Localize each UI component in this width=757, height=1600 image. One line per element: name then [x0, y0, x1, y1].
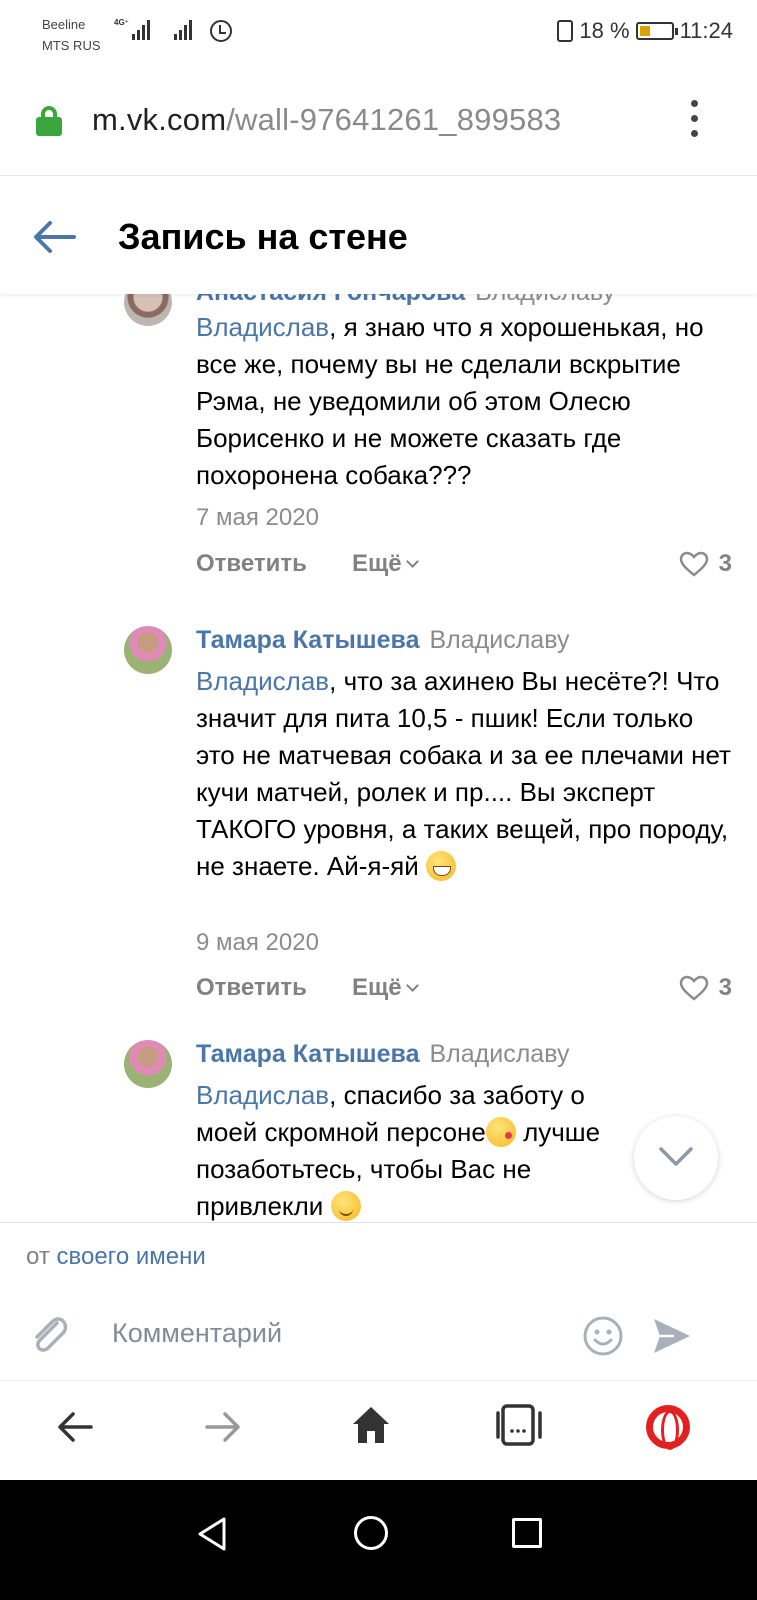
comment-author[interactable]: Тамара Катышева — [196, 1040, 420, 1068]
browser-url-bar: m.vk.com/wall-97641261_899583 — [0, 66, 757, 176]
system-recents-icon[interactable] — [512, 1518, 542, 1548]
send-icon[interactable] — [652, 1317, 692, 1355]
comment-body: , что за ахинею Вы несёте?! Что значит д… — [196, 666, 731, 881]
comment-author[interactable]: Тамара Катышева — [196, 626, 420, 654]
alarm-icon — [210, 20, 232, 42]
post-as-selector[interactable]: от своего имени — [26, 1243, 206, 1271]
reply-button[interactable]: Ответить — [196, 550, 307, 578]
carrier-1: Beeline — [42, 17, 86, 32]
scroll-down-button[interactable] — [634, 1116, 718, 1200]
battery-percent: 18 % — [579, 18, 630, 43]
comment-text: Владислав, спасибо за заботу о моей скро… — [196, 1077, 636, 1225]
battery-icon — [635, 22, 678, 40]
browser-toolbar — [0, 1380, 757, 1480]
system-nav-bar — [0, 1480, 757, 1600]
url-host: m.vk.com — [92, 102, 227, 137]
avatar[interactable] — [124, 1040, 172, 1088]
system-home-icon[interactable] — [354, 1516, 388, 1550]
heart-icon — [679, 975, 708, 1001]
like-button[interactable]: 3 — [679, 550, 732, 578]
more-label: Ещё — [352, 550, 402, 577]
back-arrow-icon[interactable] — [32, 220, 76, 254]
avatar[interactable] — [124, 294, 172, 326]
like-count: 3 — [718, 550, 732, 577]
comment-reply-to[interactable]: Владиславу — [430, 626, 570, 654]
comment-actions: Ответить Ещё 3 — [196, 974, 732, 1008]
chevron-down-icon — [405, 555, 419, 568]
comment-composer: от своего имени — [0, 1222, 757, 1380]
opera-menu-icon[interactable] — [646, 1405, 690, 1450]
mention-link[interactable]: Владислав — [196, 666, 329, 696]
chevron-down-icon — [659, 1147, 693, 1166]
comment-date[interactable]: 9 мая 2020 — [196, 929, 319, 957]
mention-link[interactable]: Владислав — [196, 1080, 329, 1110]
comment-header: Анастасия Гончарова Владиславу — [196, 294, 615, 307]
status-bar: Beeline MTS RUS 4G⁺ 18 % 11:24 — [0, 0, 757, 66]
like-count: 3 — [718, 974, 732, 1001]
comment-actions: Ответить Ещё 3 — [196, 550, 732, 584]
reply-button[interactable]: Ответить — [196, 974, 307, 1002]
kissing-emoji-icon — [485, 1117, 516, 1147]
comments-list: Анастасия Гончарова Владиславу Владислав,… — [0, 294, 757, 1246]
paperclip-icon[interactable] — [28, 1311, 70, 1359]
more-button[interactable]: Ещё — [352, 550, 419, 578]
vibrate-icon — [557, 20, 574, 42]
from-name[interactable]: своего имени — [56, 1243, 205, 1270]
browser-menu-icon[interactable] — [688, 100, 700, 142]
more-button[interactable]: Ещё — [352, 974, 419, 1002]
mention-link[interactable]: Владислав — [196, 312, 329, 342]
status-right: 18 % 11:24 — [557, 18, 733, 44]
comment-reply-to[interactable]: Владиславу — [475, 294, 615, 306]
heart-icon — [679, 551, 708, 577]
from-prefix: от — [26, 1243, 50, 1270]
avatar[interactable] — [124, 626, 172, 674]
page-header: Запись на стене — [0, 190, 757, 294]
lock-icon[interactable] — [36, 106, 62, 136]
comment-text: Владислав, что за ахинею Вы несёте?! Что… — [196, 663, 732, 885]
comment-text: Владислав, я знаю что я хорошенькая, но … — [196, 309, 732, 494]
home-icon[interactable] — [350, 1403, 392, 1447]
chevron-down-icon — [405, 979, 419, 992]
browser-forward-icon[interactable] — [204, 1407, 242, 1447]
signal-icon-2 — [174, 18, 192, 40]
more-label: Ещё — [352, 974, 402, 1001]
clock: 11:24 — [679, 18, 733, 43]
browser-back-icon[interactable] — [56, 1407, 94, 1447]
like-button[interactable]: 3 — [679, 974, 732, 1002]
page-title: Запись на стене — [118, 216, 408, 257]
carrier-names: Beeline MTS RUS — [42, 14, 101, 56]
carrier-2: MTS RUS — [42, 38, 101, 53]
url-path: /wall-97641261_899583 — [226, 102, 562, 137]
comment-author[interactable]: Анастасия Гончарова — [196, 294, 465, 306]
comment-reply-to[interactable]: Владиславу — [430, 1040, 570, 1068]
winking-emoji-icon — [330, 1191, 361, 1221]
smile-icon[interactable] — [582, 1315, 624, 1357]
url-field[interactable]: m.vk.com/wall-97641261_899583 — [92, 102, 561, 138]
signal-icon — [132, 18, 150, 40]
tabs-icon[interactable] — [494, 1401, 544, 1449]
comment-header: Тамара Катышева Владиславу — [196, 1040, 569, 1069]
network-type: 4G⁺ — [114, 18, 129, 27]
system-back-icon[interactable] — [196, 1516, 228, 1552]
comment-header: Тамара Катышева Владиславу — [196, 626, 569, 655]
grinning-emoji-icon — [426, 851, 456, 881]
comment-input[interactable] — [112, 1313, 552, 1353]
comment-date[interactable]: 7 мая 2020 — [196, 504, 319, 532]
